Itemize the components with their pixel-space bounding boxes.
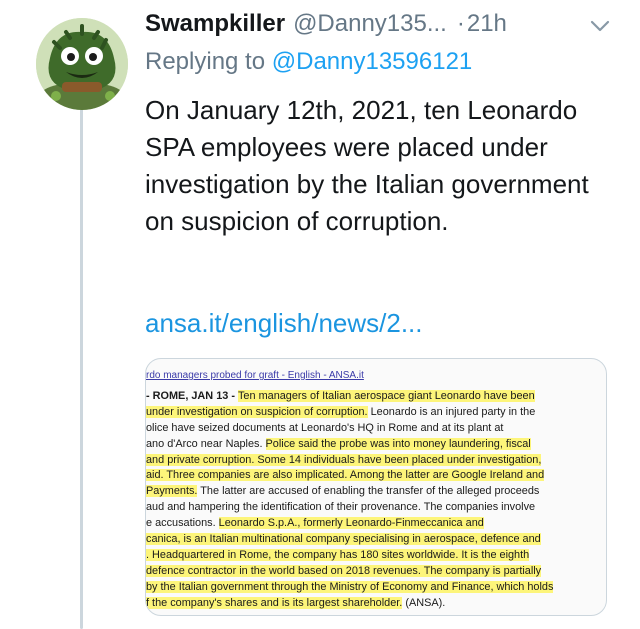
tweet-text: On January 12th, 2021, ten Leonardo SPA … [145, 95, 589, 236]
highlighted-text: aid. Three companies are also implicated… [146, 469, 545, 482]
article-text: Leonardo is an injured party in the [367, 405, 536, 418]
article-screenshot: rdo managers probed for graft - English … [146, 359, 606, 615]
article-line: Payments. The latter are accused of enab… [146, 484, 606, 500]
tweet[interactable]: Swampkiller @Danny135... · 21h Replying … [0, 0, 640, 629]
article-link[interactable]: ansa.it/english/news/2... [145, 308, 423, 339]
highlighted-text: under investigation on suspicion of corr… [146, 405, 368, 418]
user-handle[interactable]: @Danny135... [293, 10, 447, 38]
article-text: (ANSA). [402, 596, 446, 609]
article-line: canica, is an Italian multinational comp… [146, 532, 606, 548]
replying-mention[interactable]: @Danny13596121 [272, 48, 473, 75]
highlighted-text: Ten managers of Italian aerospace giant … [237, 390, 535, 402]
tweet-header: Swampkiller @Danny135... · 21h [145, 10, 507, 44]
image-attachment[interactable]: rdo managers probed for graft - English … [145, 358, 607, 616]
display-name[interactable]: Swampkiller [145, 10, 285, 38]
article-title: rdo managers probed for graft - English … [146, 370, 364, 381]
highlighted-text: Payments. [146, 485, 198, 498]
replying-prefix: Replying to [145, 48, 266, 75]
timestamp[interactable]: 21h [467, 10, 507, 38]
article-text: aud and hampering the identification of … [146, 501, 536, 514]
highlighted-text: f the company's shares and is its larges… [146, 596, 403, 609]
article-text: - ROME, JAN 13 - [146, 390, 238, 402]
highlighted-text: Police said the probe was into money lau… [265, 437, 531, 450]
highlighted-text: by the Italian government through the Mi… [146, 580, 554, 593]
highlighted-text: and private corruption. Some 14 individu… [146, 453, 542, 466]
replying-to: Replying to @Danny13596121 [145, 48, 472, 76]
separator-dot: · [456, 10, 465, 37]
highlighted-text: . Headquartered in Rome, the company has… [146, 548, 530, 561]
article-line: aud and hampering the identification of … [146, 500, 606, 516]
chevron-down-icon[interactable] [588, 14, 612, 38]
article-text: olice have seized documents at Leonardo'… [146, 421, 504, 434]
article-line: ano d'Arco near Naples. Police said the … [146, 437, 606, 453]
article-text: e accusations. [146, 517, 219, 530]
highlighted-text: defence contractor in the world based on… [146, 564, 542, 577]
article-line: under investigation on suspicion of corr… [146, 405, 606, 421]
article-line: f the company's shares and is its larges… [146, 596, 606, 612]
article-text: ano d'Arco near Naples. [146, 437, 266, 450]
article-line: olice have seized documents at Leonardo'… [146, 421, 606, 437]
highlighted-text: canica, is an Italian multinational comp… [146, 533, 541, 546]
thread-line [80, 108, 83, 629]
article-line: by the Italian government through the Mi… [146, 580, 606, 596]
highlighted-text: Leonardo S.p.A., formerly Leonardo-Finme… [218, 517, 484, 530]
article-line: e accusations. Leonardo S.p.A., formerly… [146, 516, 606, 532]
article-text: The latter are accused of enabling the t… [197, 485, 540, 498]
article-line: - ROME, JAN 13 - Ten managers of Italian… [146, 389, 606, 405]
article-line: defence contractor in the world based on… [146, 564, 606, 580]
article-line: . Headquartered in Rome, the company has… [146, 548, 606, 564]
avatar[interactable] [36, 18, 128, 110]
article-line: aid. Three companies are also implicated… [146, 468, 606, 484]
article-body: - ROME, JAN 13 - Ten managers of Italian… [146, 389, 606, 612]
swamp-creature-avatar-icon [36, 18, 128, 110]
article-line: and private corruption. Some 14 individu… [146, 453, 606, 469]
